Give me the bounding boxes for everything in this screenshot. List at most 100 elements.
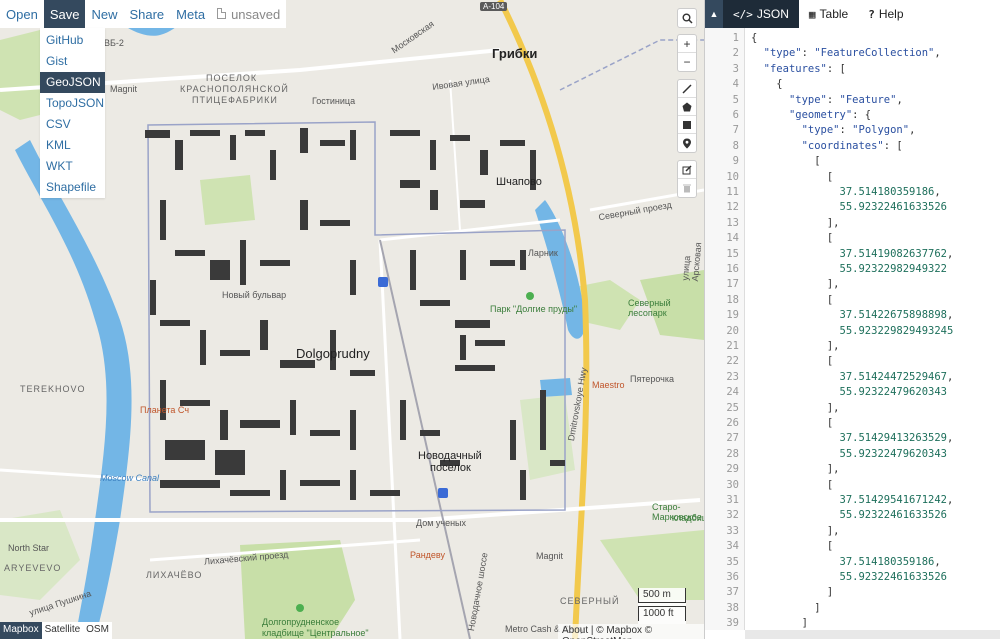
code-text: ], [751, 463, 840, 476]
map-view[interactable]: Грибки Шчапово ПОСЕЛОК КРАСНОПОЛЯНСКОЙ П… [0, 0, 704, 639]
code-text: 55.92322461633526 [839, 201, 947, 214]
line-number: 18 [726, 293, 739, 306]
map-label-dom-uchenykh: Дом ученых [416, 518, 467, 528]
map-label-magnit-2: Magnit [536, 551, 564, 561]
code-line: 2 "type": "FeatureCollection", [705, 47, 1000, 62]
line-number: 9 [732, 155, 739, 168]
search-icon[interactable] [678, 9, 696, 27]
menu-new[interactable]: New [85, 0, 123, 28]
map-label-dolgoprudny: Dolgoprudny [296, 346, 370, 361]
map-attribution[interactable]: About | © Mapbox © OpenStreetMap [558, 624, 704, 639]
code-text: ], [751, 340, 840, 352]
horizontal-scrollbar[interactable] [745, 630, 1000, 639]
search-control [677, 8, 697, 28]
line-number: 30 [726, 478, 739, 491]
code-line: 19 37.51422675898898, [705, 309, 1000, 324]
line-number: 10 [726, 170, 739, 183]
tab-table[interactable]: ▦ Table [798, 0, 859, 28]
marker-icon[interactable] [678, 134, 696, 152]
unsaved-label: unsaved [231, 7, 281, 22]
line-number: 31 [726, 494, 739, 506]
layer-osm[interactable]: OSM [83, 622, 112, 639]
code-line: 12 55.92322461633526 [705, 201, 1000, 216]
code-line: 14 [ [705, 232, 1000, 247]
save-option-geojson[interactable]: GeoJSON [40, 72, 105, 93]
code-line: 16 55.92322982949322 [705, 263, 1000, 278]
code-line: 37 ] [705, 586, 1000, 601]
code-text: ], [751, 524, 840, 537]
layer-mapbox[interactable]: Mapbox [0, 622, 42, 639]
map-label-novodachny: Новодачный [418, 450, 482, 462]
tab-table-label: Table [819, 7, 849, 21]
code-text: 55.92322461633526 [839, 571, 947, 583]
line-number: 35 [726, 555, 739, 568]
code-text: ], [751, 278, 840, 291]
menu-save[interactable]: Save [43, 0, 86, 28]
code-text: [ [751, 232, 834, 245]
map-label-gostinitsa: Гостиница [312, 96, 356, 106]
map-label-moscow-canal: Moscow Canal [100, 473, 160, 483]
code-line: 15 37.51419082637762, [705, 248, 1000, 263]
code-line: 20 55.923229829493245 [705, 325, 1000, 340]
map-label-gribki: Грибки [492, 46, 538, 61]
tab-json[interactable]: </> JSON [723, 0, 799, 28]
map-label-randevu: Рандеву [410, 550, 446, 560]
code-line: 1{ [705, 32, 1000, 47]
save-option-github[interactable]: GitHub [40, 30, 105, 51]
zoom-in-button[interactable]: + [678, 35, 696, 53]
unsaved-indicator[interactable]: unsaved [211, 0, 286, 28]
code-text: 37.51429413263529, [839, 432, 954, 445]
geojson-editor-app: Грибки Шчапово ПОСЕЛОК КРАСНОПОЛЯНСКОЙ П… [0, 0, 1000, 639]
zoom-out-button[interactable]: − [678, 53, 696, 71]
edit-icon[interactable] [678, 161, 696, 179]
code-text: "features": [ [763, 62, 846, 75]
code-line: 21 ], [705, 340, 1000, 355]
line-icon[interactable] [678, 80, 696, 98]
json-editor[interactable]: 1{2 "type": "FeatureCollection", 3 "featu… [705, 28, 1000, 630]
menu-open[interactable]: Open [0, 0, 44, 28]
line-number: 13 [726, 216, 739, 229]
polygon-icon[interactable] [678, 98, 696, 116]
code-text: 55.923229829493245 [839, 324, 954, 337]
save-option-wkt[interactable]: WKT [40, 156, 105, 177]
code-line: 22 [ [705, 355, 1000, 370]
save-dropdown: GitHub Gist GeoJSON TopoJSON CSV KML WKT… [40, 28, 105, 198]
trash-icon[interactable] [678, 179, 696, 197]
save-option-gist[interactable]: Gist [40, 51, 105, 72]
top-menu: Open Save New Share Meta unsaved [0, 0, 287, 28]
line-number: 20 [726, 324, 739, 337]
code-text: [ [751, 355, 834, 368]
save-option-shapefile[interactable]: Shapefile [40, 177, 105, 198]
menu-meta[interactable]: Meta [170, 0, 211, 28]
code-text: 55.92322479620343 [839, 386, 947, 399]
code-text: ] [751, 601, 821, 614]
rectangle-icon[interactable] [678, 116, 696, 134]
line-number: 12 [726, 201, 739, 214]
map-label-poselok: ПОСЕЛОК [206, 73, 258, 83]
code-line: 39 ] [705, 617, 1000, 630]
tabs-filler [913, 0, 1000, 28]
map-label-shchapovo: Шчапово [496, 176, 542, 188]
code-text: [ [751, 293, 834, 306]
save-option-topojson[interactable]: TopoJSON [40, 93, 105, 114]
code-text: ] [751, 586, 834, 599]
save-option-kml[interactable]: KML [40, 135, 105, 156]
code-text: [ [751, 540, 834, 553]
line-number: 2 [732, 47, 739, 60]
collapse-panel-icon[interactable]: ▲ [705, 0, 723, 28]
code-text: 37.51422675898898, [839, 309, 954, 322]
code-line: 35 37.514180359186, [705, 556, 1000, 571]
menu-share[interactable]: Share [123, 0, 170, 28]
save-option-csv[interactable]: CSV [40, 114, 105, 135]
layer-satellite[interactable]: Satellite [42, 622, 84, 639]
draw-toolbar [677, 79, 697, 153]
map-label-ulitsa-arskovaya: улица Арсковая [680, 241, 704, 282]
code-line: 30 [ [705, 479, 1000, 494]
tab-help[interactable]: ? Help [858, 0, 914, 28]
map-label-dolgoprudnenskoe: Долгопрудненское [262, 617, 340, 627]
line-number: 23 [726, 370, 739, 383]
zoom-control: + − [677, 34, 697, 72]
map-label-kladbishche: кладбище "Центральное" [262, 628, 369, 638]
map-label-planeta: Планета Сч [140, 405, 190, 415]
code-text: ], [751, 216, 840, 229]
